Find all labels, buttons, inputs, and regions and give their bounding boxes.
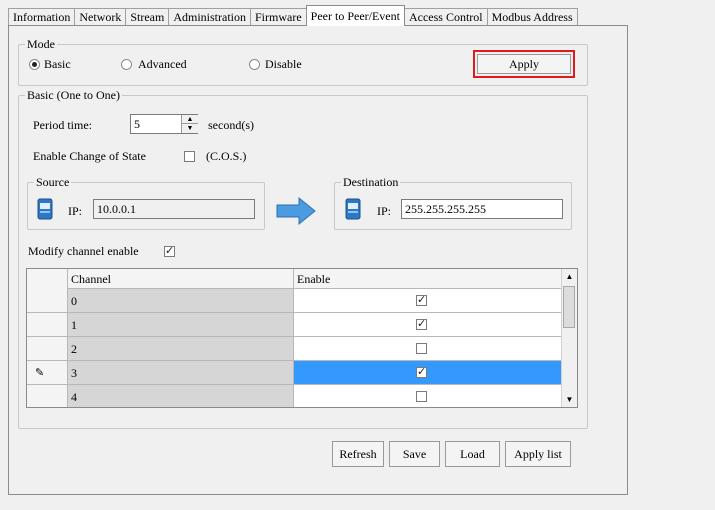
channel-grid: Channel Enable 0 ✓ 1 ✓ 2 ✎ 3 ✓ 4 ▲ ▼	[26, 268, 578, 408]
cos-checkbox-label: (C.O.S.)	[206, 149, 247, 163]
cos-label: Enable Change of State	[33, 149, 146, 163]
spinner-down-icon[interactable]: ▼	[182, 124, 198, 133]
scroll-up-icon[interactable]: ▲	[562, 269, 577, 284]
cell-channel[interactable]: 4	[68, 385, 294, 407]
row-header[interactable]	[27, 313, 68, 337]
destination-legend: Destination	[341, 175, 401, 190]
cell-channel[interactable]: 1	[68, 313, 294, 337]
scroll-down-icon[interactable]: ▼	[562, 392, 577, 407]
cell-enable[interactable]: ✓	[294, 313, 562, 337]
tab-information[interactable]: Information	[8, 8, 76, 26]
cell-channel[interactable]: 2	[68, 337, 294, 361]
source-ip-value: 10.0.0.1	[97, 202, 136, 216]
cell-enable[interactable]	[294, 385, 562, 407]
mode-legend: Mode	[25, 37, 57, 52]
cell-enable[interactable]	[294, 337, 562, 361]
table-row[interactable]: 1 ✓	[27, 313, 562, 337]
spinner-up-icon[interactable]: ▲	[182, 115, 198, 124]
cell-enable[interactable]: ✓	[294, 289, 562, 313]
destination-ip-input[interactable]: 255.255.255.255	[401, 199, 563, 219]
source-ip-input[interactable]: 10.0.0.1	[93, 199, 255, 219]
mode-advanced-label: Advanced	[138, 57, 187, 71]
destination-ip-value: 255.255.255.255	[405, 202, 486, 216]
scroll-thumb[interactable]	[563, 286, 575, 328]
column-header-enable[interactable]: Enable	[294, 269, 562, 289]
apply-list-button[interactable]: Apply list	[505, 441, 571, 467]
destination-ip-label: IP:	[377, 204, 392, 218]
tab-modbus-address[interactable]: Modbus Address	[486, 8, 578, 26]
edit-pencil-icon: ✎	[35, 367, 45, 379]
mode-disable-radio[interactable]	[249, 59, 260, 70]
cos-checkbox[interactable]	[184, 151, 195, 162]
cell-channel[interactable]: 0	[68, 289, 294, 313]
source-legend: Source	[34, 175, 72, 190]
column-header-channel[interactable]: Channel	[68, 269, 294, 289]
tab-network[interactable]: Network	[74, 8, 127, 26]
tab-administration[interactable]: Administration	[168, 8, 251, 26]
row-header[interactable]	[27, 289, 68, 313]
load-button[interactable]: Load	[445, 441, 500, 467]
modify-checkbox[interactable]: ✓	[164, 245, 175, 257]
tab-bar: Information Network Stream Administratio…	[8, 5, 578, 26]
source-ip-label: IP:	[68, 204, 83, 218]
enable-checkbox[interactable]	[416, 343, 427, 354]
vertical-scrollbar[interactable]: ▲ ▼	[561, 269, 577, 407]
tab-stream[interactable]: Stream	[125, 8, 170, 26]
mode-basic-radio[interactable]	[29, 59, 40, 70]
enable-checkbox[interactable]	[416, 391, 427, 402]
tab-access-control[interactable]: Access Control	[403, 8, 488, 26]
device-icon	[37, 198, 53, 220]
table-row[interactable]: 0 ✓	[27, 289, 562, 313]
tab-peer-to-peer-event[interactable]: Peer to Peer/Event	[305, 5, 405, 26]
period-value: 5	[134, 117, 140, 131]
device-icon	[345, 198, 361, 220]
mode-basic-label: Basic	[44, 57, 71, 71]
row-header[interactable]	[27, 337, 68, 361]
period-label: Period time:	[33, 118, 92, 132]
save-button[interactable]: Save	[389, 441, 440, 467]
row-header[interactable]: ✎	[27, 361, 68, 385]
mode-advanced-radio[interactable]	[121, 59, 132, 70]
table-row[interactable]: 2	[27, 337, 562, 361]
enable-checkbox[interactable]: ✓	[416, 318, 427, 330]
cell-enable[interactable]: ✓	[294, 361, 562, 385]
arrow-right-icon	[276, 196, 316, 226]
enable-checkbox[interactable]: ✓	[416, 366, 427, 378]
row-header[interactable]	[27, 385, 68, 407]
basic-legend: Basic (One to One)	[25, 88, 122, 103]
mode-disable-label: Disable	[265, 57, 302, 71]
period-unit: second(s)	[208, 118, 254, 132]
table-row[interactable]: ✎ 3 ✓	[27, 361, 562, 385]
period-spinner[interactable]: ▲ ▼	[181, 115, 198, 133]
cell-channel[interactable]: 3	[68, 361, 294, 385]
table-row[interactable]: 4	[27, 385, 562, 407]
apply-button[interactable]: Apply	[477, 54, 571, 74]
tab-firmware[interactable]: Firmware	[250, 8, 307, 26]
modify-label: Modify channel enable	[28, 244, 139, 258]
refresh-button[interactable]: Refresh	[332, 441, 384, 467]
enable-checkbox[interactable]: ✓	[416, 294, 427, 306]
